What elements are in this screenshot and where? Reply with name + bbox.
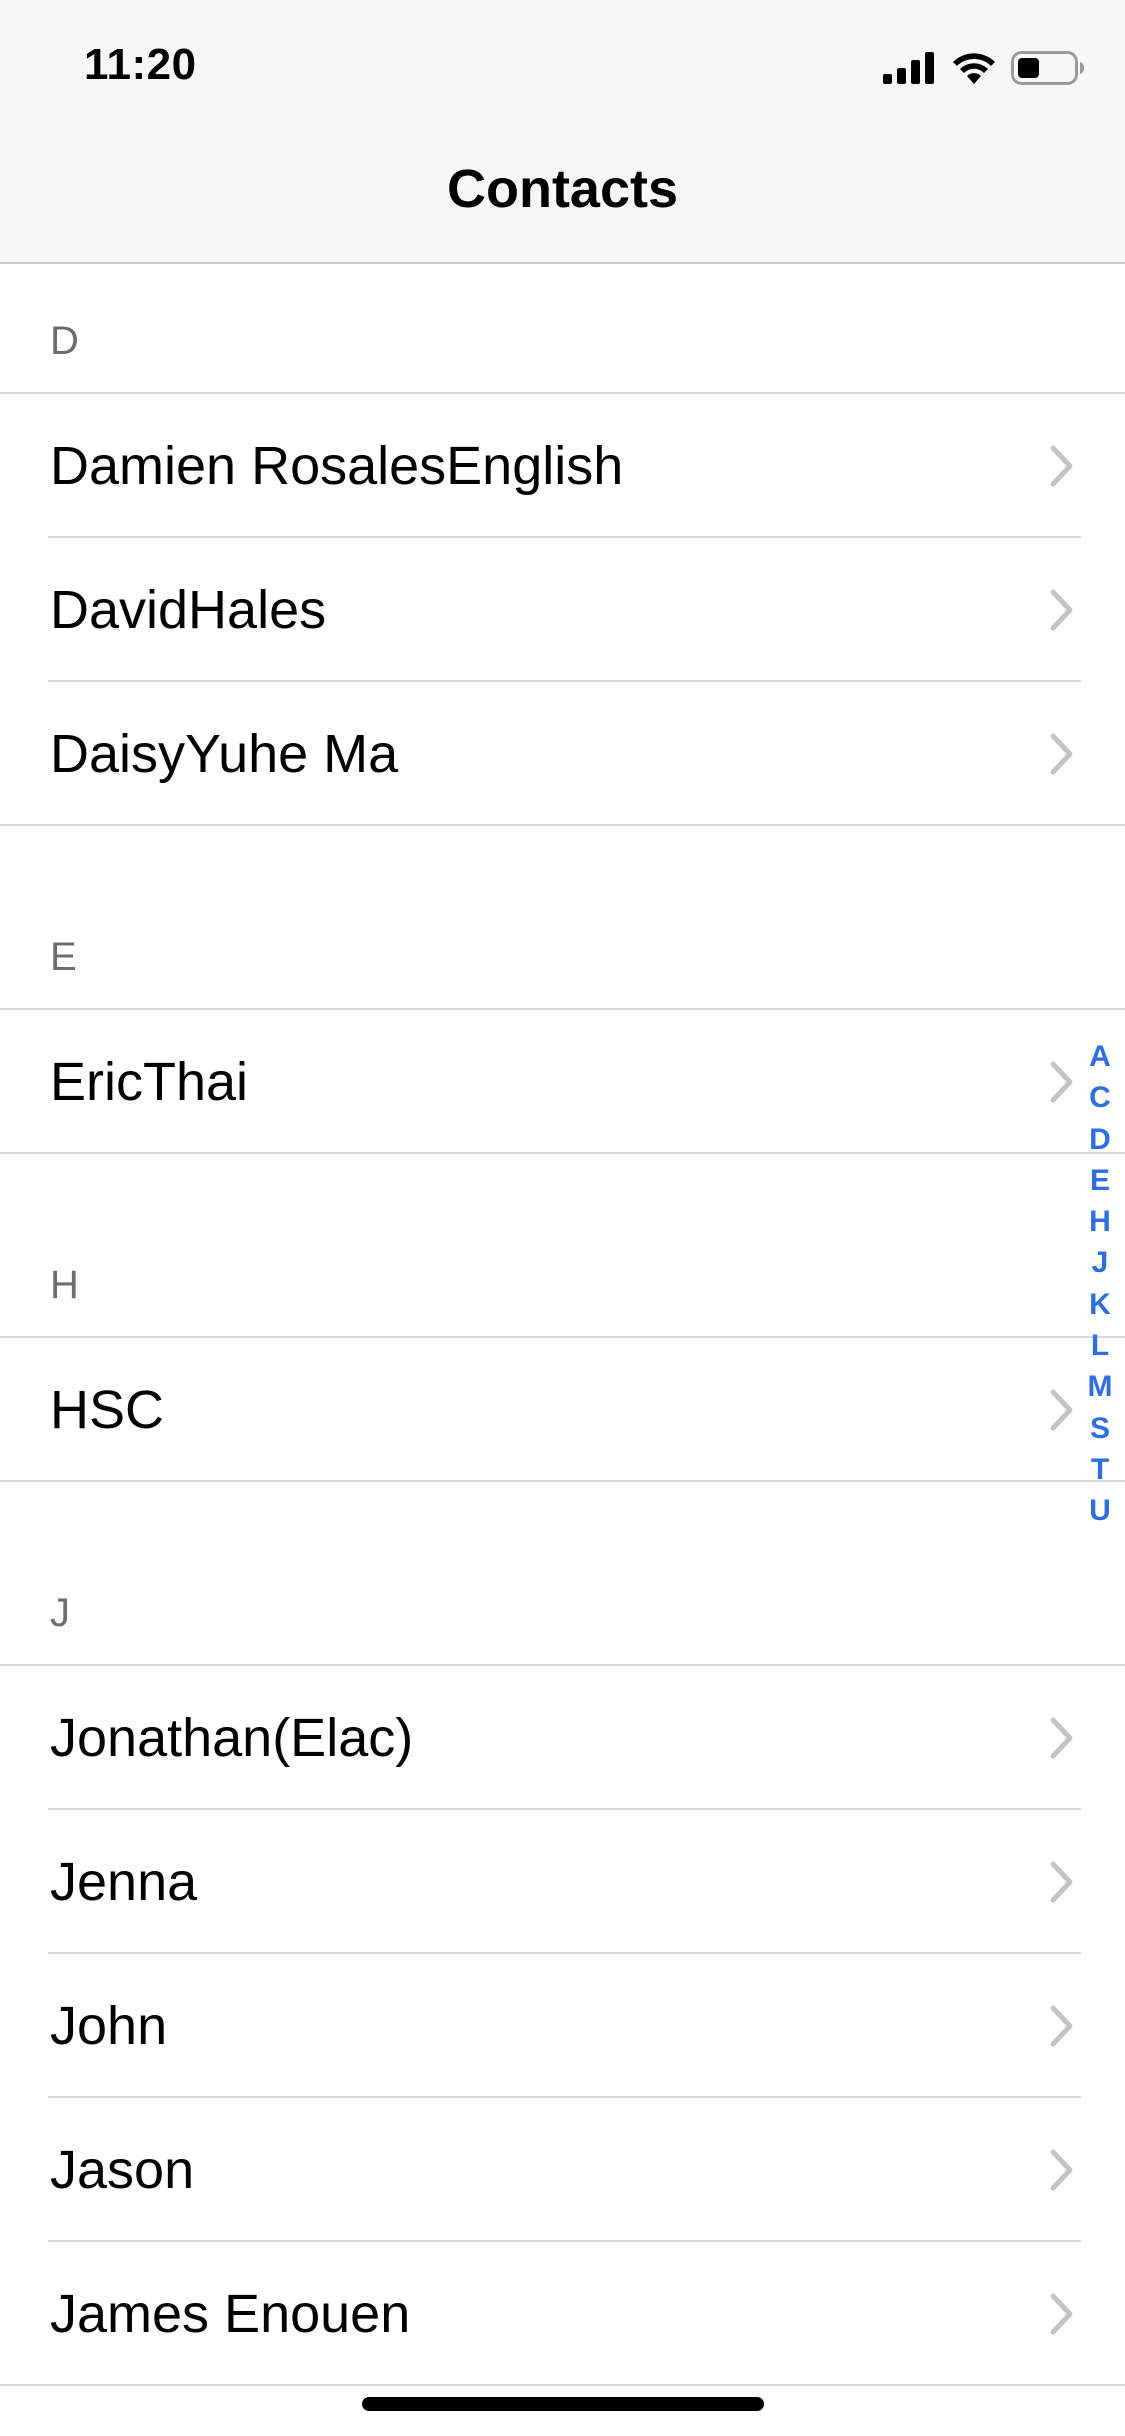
chevron-right-icon — [1050, 733, 1073, 775]
contact-row[interactable]: Jenna — [0, 1810, 1125, 1954]
section-letter: E — [50, 935, 77, 979]
contacts-screen: 11:20 Contacts D Damien RosalesEnglish Dav… — [0, 0, 1125, 2436]
chevron-right-icon — [1050, 1717, 1073, 1759]
contact-name: Jonathan(Elac) — [50, 1708, 414, 1768]
index-letter[interactable]: E — [1090, 1160, 1110, 1201]
index-letter[interactable]: M — [1088, 1366, 1113, 1407]
contact-name: James Enouen — [50, 2284, 411, 2344]
chevron-right-icon — [1050, 2293, 1073, 2335]
chevron-right-icon — [1050, 2149, 1073, 2191]
row-separator — [0, 2384, 1125, 2386]
index-letter[interactable]: L — [1091, 1325, 1109, 1366]
index-letter[interactable]: S — [1090, 1408, 1110, 1449]
contact-name: HSC — [50, 1380, 165, 1440]
contact-list: D Damien RosalesEnglish DavidHales DaisyYuh… — [0, 264, 1125, 2386]
battery-icon — [1011, 51, 1084, 85]
index-letter[interactable]: C — [1089, 1077, 1111, 1118]
home-indicator[interactable] — [362, 2397, 764, 2411]
index-letter[interactable]: A — [1089, 1036, 1111, 1077]
contact-row[interactable]: HSC — [0, 1338, 1125, 1482]
contact-name: Damien RosalesEnglish — [50, 436, 624, 496]
status-time: 11:20 — [84, 40, 197, 89]
section-index[interactable]: ACDEHJKLMSTU — [1085, 1036, 1115, 1532]
contact-name: Jason — [50, 2140, 195, 2200]
status-icons — [883, 46, 1085, 90]
cellular-signal-icon — [883, 52, 934, 84]
contact-name: John — [50, 1996, 168, 2056]
section-header-d: D — [0, 264, 1125, 394]
index-letter[interactable]: H — [1089, 1201, 1111, 1242]
contact-name: Jenna — [50, 1852, 198, 1912]
chevron-right-icon — [1050, 1389, 1073, 1431]
chevron-right-icon — [1050, 1861, 1073, 1903]
chevron-right-icon — [1050, 445, 1073, 487]
section-letter: J — [50, 1591, 70, 1635]
contact-name: DaisyYuhe Ma — [50, 724, 399, 784]
contact-row[interactable]: Damien RosalesEnglish — [0, 394, 1125, 538]
contact-row[interactable]: James Enouen — [0, 2242, 1125, 2386]
page-title: Contacts — [446, 159, 679, 219]
chevron-right-icon — [1050, 589, 1073, 631]
index-letter[interactable]: D — [1089, 1119, 1111, 1160]
chevron-right-icon — [1050, 2005, 1073, 2047]
section-header-j: J — [0, 1482, 1125, 1666]
section-header-h: H — [0, 1154, 1125, 1338]
contact-name: EricThai — [50, 1052, 249, 1112]
top-bar: 11:20 Contacts — [0, 0, 1125, 264]
wifi-icon — [953, 53, 995, 84]
chevron-right-icon — [1050, 1061, 1073, 1103]
contact-row[interactable]: Jason — [0, 2098, 1125, 2242]
contact-row[interactable]: John — [0, 1954, 1125, 2098]
index-letter[interactable]: K — [1089, 1284, 1111, 1325]
contact-row[interactable]: Jonathan(Elac) — [0, 1666, 1125, 1810]
index-letter[interactable]: J — [1092, 1242, 1109, 1283]
index-letter[interactable]: T — [1091, 1449, 1109, 1490]
section-header-e: E — [0, 826, 1125, 1010]
index-letter[interactable]: U — [1089, 1490, 1111, 1531]
section-letter: D — [50, 319, 79, 363]
contact-row[interactable]: DavidHales — [0, 538, 1125, 682]
contact-row[interactable]: DaisyYuhe Ma — [0, 682, 1125, 826]
contact-row[interactable]: EricThai — [0, 1010, 1125, 1154]
section-letter: H — [50, 1263, 79, 1307]
contact-name: DavidHales — [50, 580, 327, 640]
